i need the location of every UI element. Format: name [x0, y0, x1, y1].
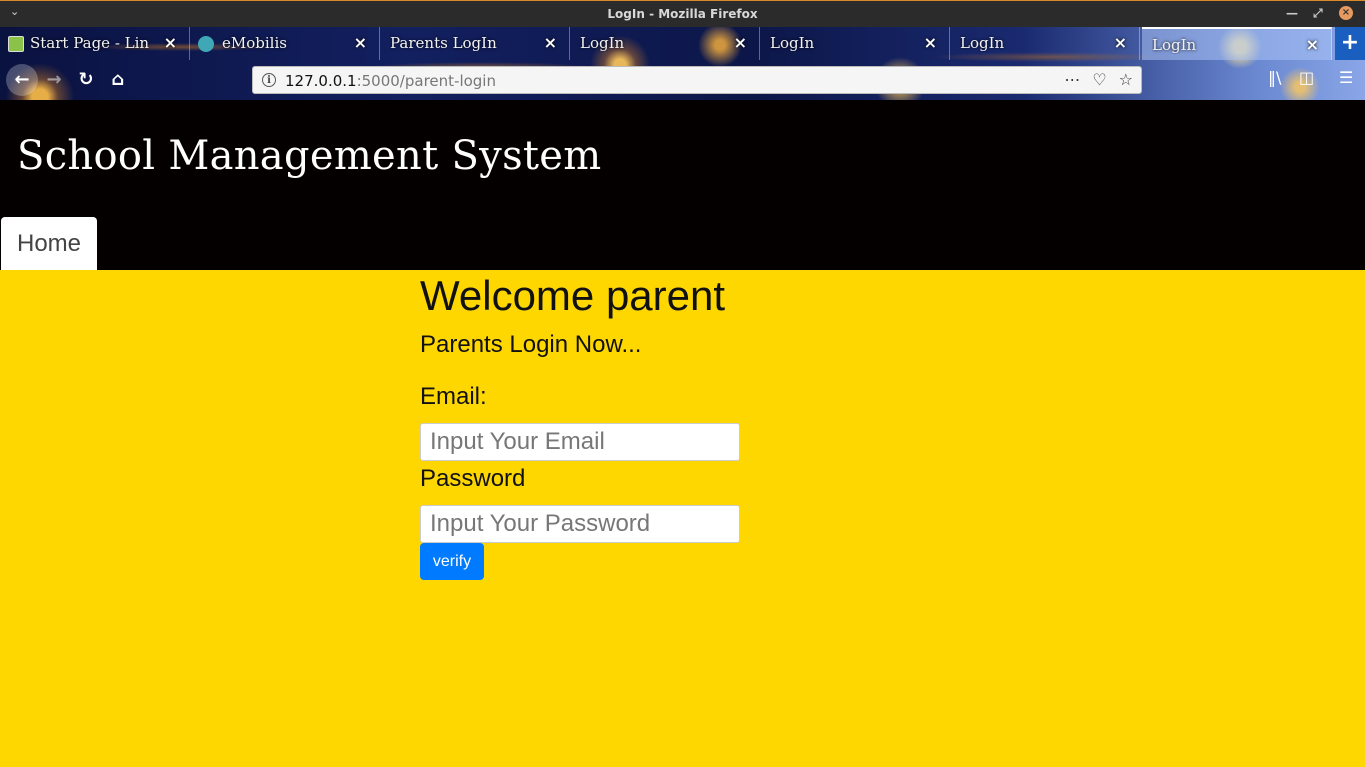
- new-tab-button[interactable]: +: [1335, 27, 1365, 60]
- bookmark-star-icon[interactable]: ☆: [1119, 70, 1133, 89]
- password-label: Password: [420, 465, 526, 492]
- browser-chrome: Start Page - Lin × eMobilis × Parents Lo…: [0, 27, 1365, 100]
- url-text[interactable]: 127.0.0.1:5000/parent-login: [285, 72, 496, 90]
- tab-login-active[interactable]: LogIn ×: [1142, 27, 1332, 60]
- window-titlebar: ⌄ LogIn - Mozilla Firefox — ⤢ ×: [0, 0, 1365, 27]
- tab-label: LogIn: [1152, 36, 1197, 54]
- tab-close-icon[interactable]: ×: [924, 33, 937, 52]
- tab-close-icon[interactable]: ×: [354, 33, 367, 52]
- tab-label: LogIn: [770, 34, 815, 52]
- tab-close-icon[interactable]: ×: [1306, 35, 1319, 54]
- tab-label: Start Page - Lin: [30, 34, 150, 52]
- hamburger-menu-icon[interactable]: ☰: [1339, 68, 1353, 87]
- tab-login-3[interactable]: LogIn ×: [950, 27, 1140, 60]
- url-host: 127.0.0.1: [285, 72, 357, 90]
- tab-label: Parents LogIn: [390, 34, 497, 52]
- globe-icon: [198, 36, 214, 52]
- forward-arrow-icon[interactable]: →: [40, 66, 68, 94]
- tab-parents-login[interactable]: Parents LogIn ×: [380, 27, 570, 60]
- tab-close-icon[interactable]: ×: [164, 33, 177, 52]
- pocket-icon[interactable]: ♡: [1092, 70, 1106, 89]
- page-actions-icon[interactable]: ⋯: [1064, 70, 1080, 89]
- tab-label: eMobilis: [222, 34, 287, 52]
- tab-login-1[interactable]: LogIn ×: [570, 27, 760, 60]
- page-subtitle: Parents Login Now...: [420, 331, 642, 358]
- verify-button[interactable]: verify: [420, 543, 484, 580]
- site-title: School Management System: [17, 133, 602, 179]
- url-path: :5000/parent-login: [356, 72, 496, 90]
- email-field[interactable]: [420, 423, 740, 461]
- tab-emobilis[interactable]: eMobilis ×: [190, 27, 380, 60]
- url-bar[interactable]: i 127.0.0.1:5000/parent-login ⋯ ♡ ☆: [252, 66, 1142, 94]
- tab-close-icon[interactable]: ×: [734, 33, 747, 52]
- site-header: School Management System Home: [0, 100, 1365, 270]
- email-label: Email:: [420, 383, 487, 410]
- minimize-icon[interactable]: —: [1286, 6, 1298, 20]
- reload-icon[interactable]: ↻: [72, 66, 100, 94]
- window-close-icon[interactable]: ×: [1339, 6, 1353, 20]
- nav-home-link[interactable]: Home: [1, 217, 97, 270]
- tab-start-page[interactable]: Start Page - Lin ×: [0, 27, 190, 60]
- page-heading: Welcome parent: [420, 272, 726, 319]
- page-icon: [8, 36, 24, 52]
- tab-close-icon[interactable]: ×: [544, 33, 557, 52]
- browser-navbar: ← → ↻ ⌂ i 127.0.0.1:5000/parent-login ⋯ ♡…: [0, 60, 1365, 100]
- sidebar-icon[interactable]: ◫: [1299, 68, 1314, 87]
- tab-label: LogIn: [960, 34, 1005, 52]
- tab-close-icon[interactable]: ×: [1114, 33, 1127, 52]
- library-icon[interactable]: ‖\: [1268, 68, 1281, 87]
- site-info-icon[interactable]: i: [262, 73, 276, 87]
- window-title: LogIn - Mozilla Firefox: [607, 7, 758, 21]
- password-field[interactable]: [420, 505, 740, 543]
- restore-icon[interactable]: ⤢: [1313, 6, 1323, 21]
- back-arrow-icon[interactable]: ←: [6, 64, 38, 96]
- url-actions: ⋯ ♡ ☆: [1052, 70, 1133, 89]
- tab-label: LogIn: [580, 34, 625, 52]
- home-icon[interactable]: ⌂: [104, 66, 132, 94]
- tab-login-2[interactable]: LogIn ×: [760, 27, 950, 60]
- window-menu-chevron-icon[interactable]: ⌄: [10, 5, 19, 18]
- tab-strip: Start Page - Lin × eMobilis × Parents Lo…: [0, 27, 1365, 60]
